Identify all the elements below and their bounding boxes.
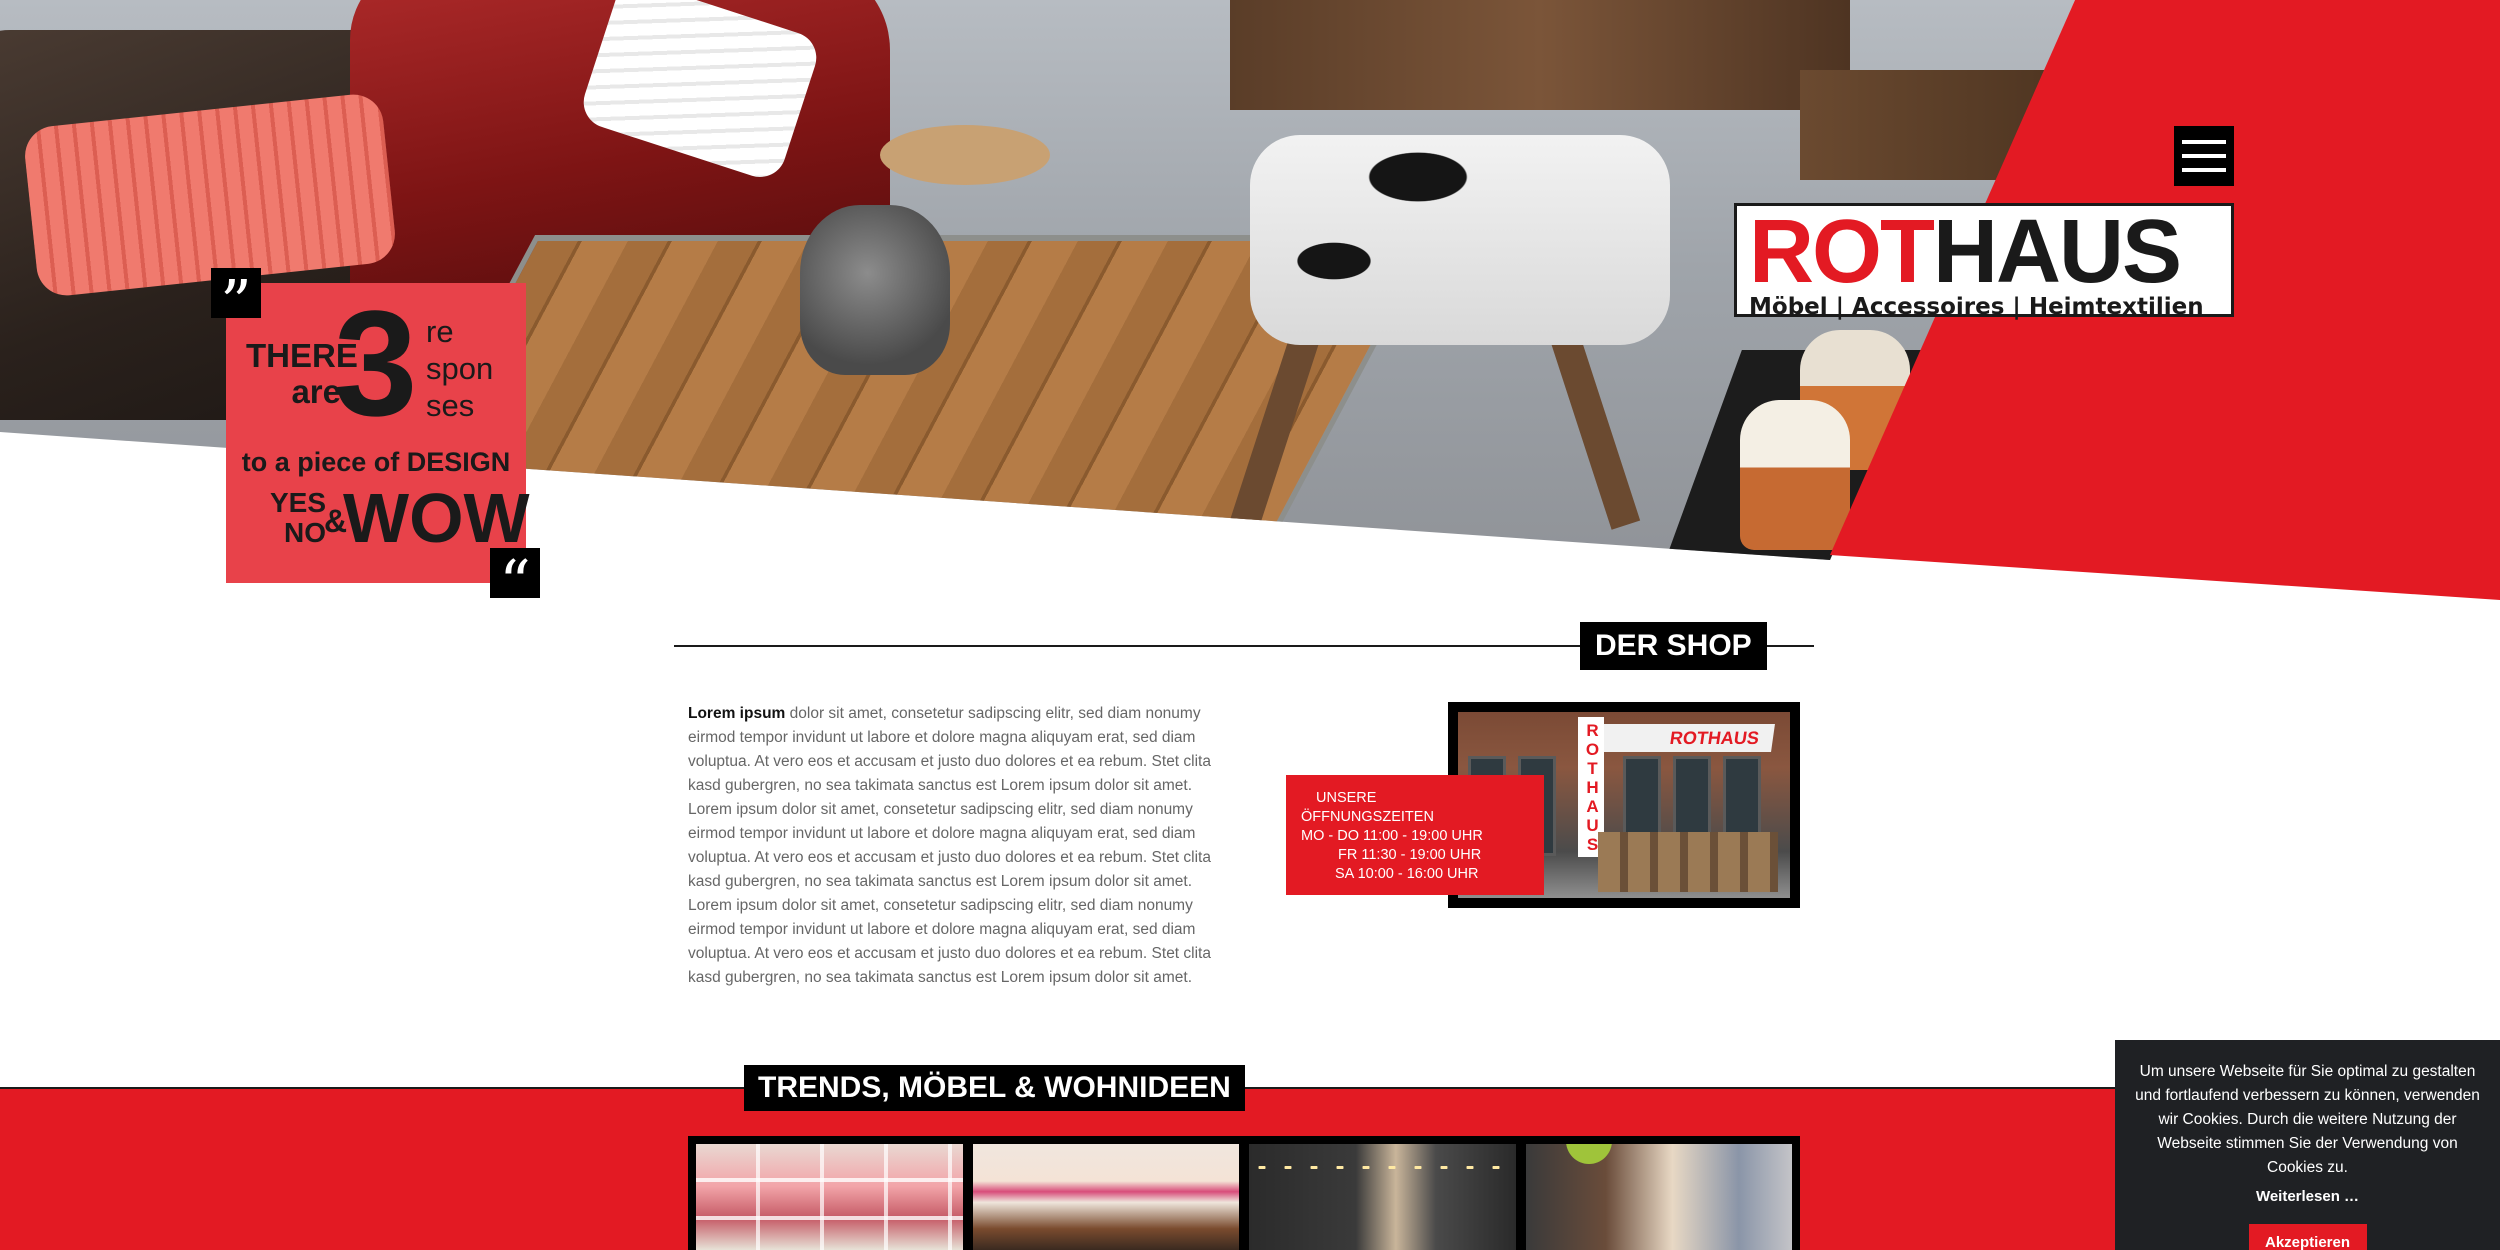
quote-open-icon: ” xyxy=(211,268,261,338)
opening-hours-row: MO - DO 11:00 - 19:00 UHR xyxy=(1301,828,1483,844)
quote-no: NO xyxy=(284,517,326,548)
logo-wordmark: ROTHAUS xyxy=(1749,207,2221,297)
shop-paragraph-1: dolor sit amet, consetetur sadipscing el… xyxy=(688,705,1211,890)
quote-resp-3: ses xyxy=(426,388,475,423)
quote-there-are: THERE are xyxy=(246,337,358,410)
cookie-notice-text: Um unsere Webseite für Sie optimal zu ge… xyxy=(2135,1063,2480,1176)
opening-title-line-1: UNSERE xyxy=(1316,790,1377,806)
opening-hours-row: FR 11:30 - 19:00 UHR xyxy=(1338,847,1482,863)
shop-intro-bold: Lorem ipsum xyxy=(688,705,786,722)
hamburger-icon-bar xyxy=(2182,140,2226,144)
opening-hours-box: UNSERE ÖFFNUNGSZEITEN MO - DO 11:00 - 19… xyxy=(1286,775,1544,895)
hamburger-icon-bar xyxy=(2182,168,2226,172)
shop-description: Lorem ipsum dolor sit amet, consetetur s… xyxy=(688,702,1228,990)
trend-tile-living-room[interactable] xyxy=(972,1144,1239,1250)
shop-paragraph-2: Lorem ipsum dolor sit amet, consetetur s… xyxy=(688,897,1211,986)
storefront-sign: ROTHAUS xyxy=(1581,724,1775,752)
opening-hours-title: UNSERE xyxy=(1301,789,1544,808)
logo-tagline: Möbel | Accessoires | Heimtextilien xyxy=(1749,294,2204,320)
logo-rot: ROT xyxy=(1749,202,1935,302)
quote-there: THERE xyxy=(246,337,358,374)
cookie-accept-button[interactable]: Akzeptieren xyxy=(2248,1224,2367,1250)
shop-section-title: DER SHOP xyxy=(1580,622,1767,670)
opening-hours-list: MO - DO 11:00 - 19:00 UHR FR 11:30 - 19:… xyxy=(1301,827,1544,884)
design-quote-box: THERE are 3 re spon ses to a piece of DESIG… xyxy=(226,279,530,583)
quote-responses: re spon ses xyxy=(426,313,493,424)
trend-tile-textiles[interactable] xyxy=(1525,1144,1792,1250)
trends-section-title: TRENDS, MÖBEL & WOHNIDEEN xyxy=(744,1065,1245,1111)
quote-design-line: to a piece of DESIGN xyxy=(241,447,511,477)
photo-metal-vase xyxy=(800,205,950,375)
storefront-terrace-tables xyxy=(1598,832,1778,892)
quote-number: 3 xyxy=(334,279,418,447)
photo-candle xyxy=(1740,400,1850,550)
logo-haus: HAUS xyxy=(1932,202,2182,302)
trend-tile-tableware[interactable] xyxy=(696,1144,963,1250)
photo-sideboard xyxy=(1230,0,1850,110)
photo-stool-leg xyxy=(1549,330,1641,530)
trends-gallery xyxy=(688,1136,1800,1250)
quote-yes-no: YES NO xyxy=(266,488,326,548)
cookie-banner: Um unsere Webseite für Sie optimal zu ge… xyxy=(2115,1040,2500,1250)
site-logo[interactable]: ROTHAUS Möbel | Accessoires | Heimtextil… xyxy=(1734,203,2234,320)
opening-title-line-2: ÖFFNUNGSZEITEN xyxy=(1301,809,1434,825)
trend-tile-lighting[interactable] xyxy=(1249,1144,1516,1250)
hamburger-icon-bar xyxy=(2182,154,2226,158)
opening-hours-row: SA 10:00 - 16:00 UHR xyxy=(1335,866,1479,882)
quote-yes: YES xyxy=(269,487,326,518)
quote-close-icon: “ xyxy=(490,548,540,618)
photo-side-table xyxy=(880,125,1050,185)
menu-button[interactable] xyxy=(2174,126,2234,186)
quote-are: are xyxy=(291,373,341,410)
quote-resp-2: spon xyxy=(426,351,494,386)
cookie-read-more-link[interactable]: Weiterlesen … xyxy=(2256,1188,2359,1205)
quote-resp-1: re xyxy=(426,314,454,349)
photo-cowhide-stool xyxy=(1250,135,1670,345)
